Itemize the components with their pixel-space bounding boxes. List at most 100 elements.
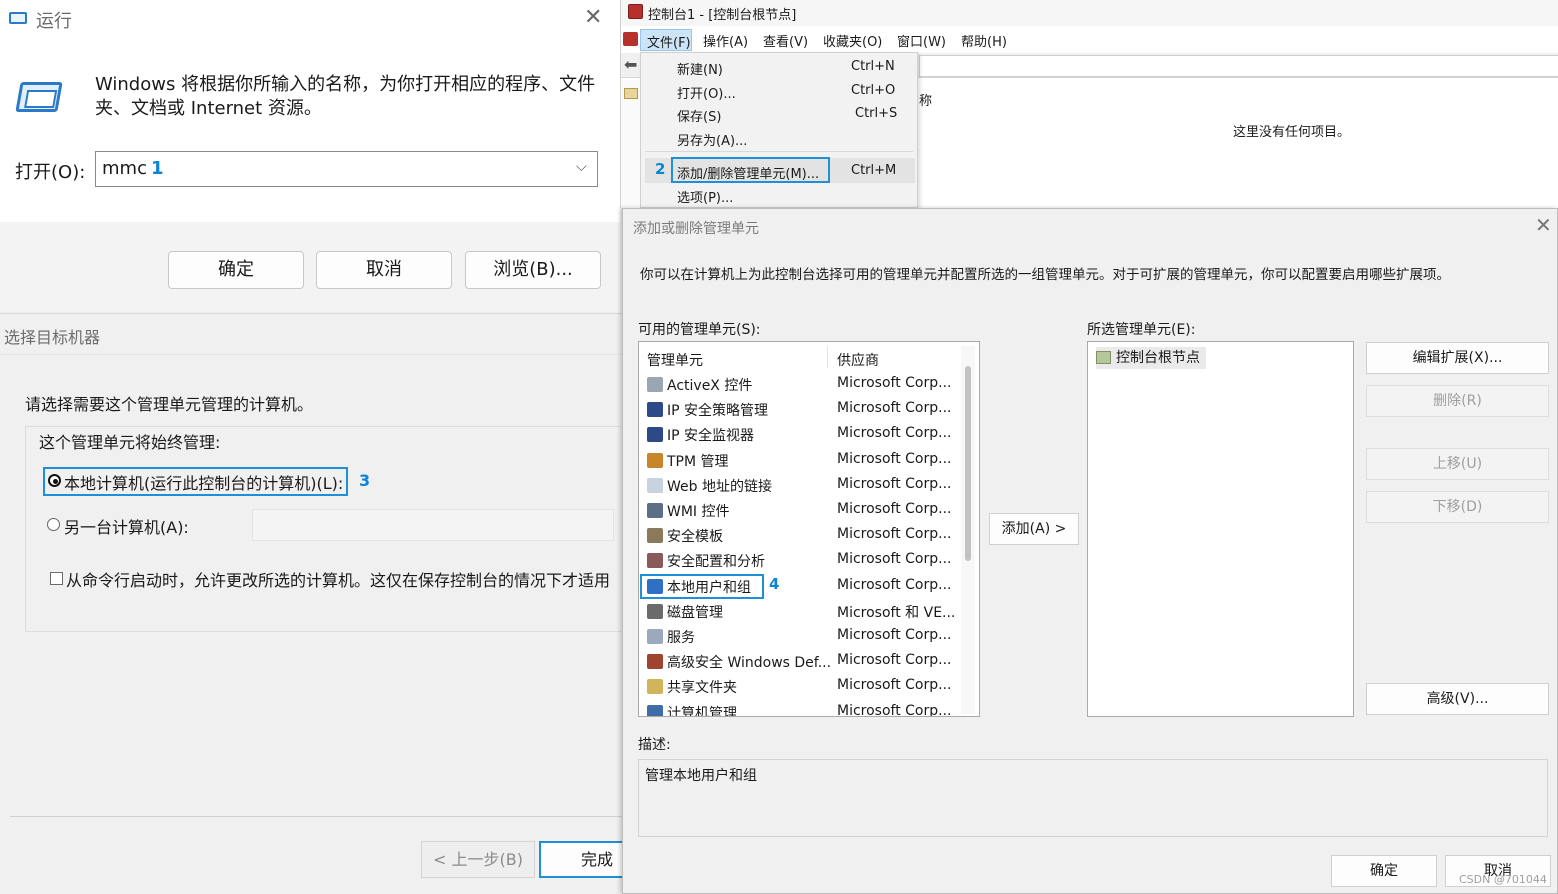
menu-item-open[interactable]: 打开(O)...: [677, 83, 736, 102]
edit-extensions-button[interactable]: 编辑扩展(X)...: [1366, 342, 1549, 374]
firewall-icon: [647, 654, 663, 670]
menu-item-add-remove-snapin[interactable]: 添加/删除管理单元(M)...: [677, 163, 819, 182]
column-name[interactable]: 称: [919, 90, 932, 109]
list-item[interactable]: ActiveX 控件 Microsoft Corp...: [639, 372, 959, 397]
delete-button[interactable]: 删除(R): [1366, 385, 1549, 417]
folder-icon[interactable]: [624, 88, 638, 99]
run-titlebar: [0, 0, 620, 40]
cancel-button[interactable]: 取消: [316, 251, 452, 289]
snapin-name: IP 安全策略管理: [667, 403, 769, 420]
snapin-vendor: Microsoft Corp...: [837, 475, 952, 492]
column-header-vendor[interactable]: 供应商: [837, 350, 879, 370]
ok-button[interactable]: 确定: [168, 251, 304, 289]
list-item[interactable]: Web 地址的链接 Microsoft Corp...: [639, 473, 959, 498]
ok-button[interactable]: 确定: [1331, 855, 1437, 887]
snapin-name: 计算机管理: [667, 705, 737, 717]
back-button[interactable]: < 上一步(B): [421, 841, 535, 878]
selected-snapins-list[interactable]: 控制台根节点: [1087, 341, 1354, 717]
shortcut: Ctrl+N: [851, 59, 895, 74]
services-icon: [647, 629, 663, 644]
run-description: Windows 将根据你所输入的名称，为你打开相应的程序、文件夹、文档或 Int…: [95, 74, 596, 119]
list-item[interactable]: IP 安全策略管理 Microsoft Corp...: [639, 397, 959, 422]
watermark: CSDN @701044: [1459, 873, 1547, 886]
selected-item-label[interactable]: 控制台根节点: [1116, 347, 1200, 367]
advanced-button[interactable]: 高级(V)...: [1366, 683, 1549, 715]
snapin-vendor: Microsoft Corp...: [837, 501, 952, 517]
chevron-down-icon[interactable]: ⌵: [576, 159, 587, 175]
menu-item-save[interactable]: 保存(S): [677, 106, 721, 125]
add-button[interactable]: 添加(A) >: [989, 513, 1079, 545]
radio-local-computer[interactable]: [48, 474, 61, 487]
menu-help[interactable]: 帮助(H): [961, 31, 1007, 50]
menu-item-save-as[interactable]: 另存为(A)...: [677, 130, 747, 149]
snapin-name: 服务: [667, 630, 695, 646]
open-combobox[interactable]: mmc 1 ⌵: [95, 151, 598, 187]
snapin-vendor: Microsoft Corp...: [837, 425, 952, 442]
menu-view[interactable]: 查看(V): [763, 31, 808, 50]
highlight-box-4: [640, 574, 764, 599]
list-item[interactable]: 磁盘管理 Microsoft 和 VE...: [639, 599, 959, 624]
list-item[interactable]: WMI 控件 Microsoft Corp...: [639, 498, 959, 523]
disk-management-icon: [647, 603, 663, 619]
run-title: 运行: [36, 11, 72, 32]
menu-item-options[interactable]: 选项(P)...: [677, 187, 733, 206]
open-input-value[interactable]: mmc: [102, 158, 147, 179]
web-link-icon: [647, 477, 663, 493]
other-computer-input[interactable]: [252, 509, 614, 541]
list-item[interactable]: IP 安全监视器 Microsoft Corp...: [639, 422, 959, 447]
security-config-icon: [647, 553, 663, 569]
menu-file[interactable]: 文件(F): [640, 29, 692, 51]
available-snapins-list[interactable]: 管理单元 供应商 ActiveX 控件 Microsoft Corp... IP 安…: [638, 341, 980, 717]
list-item[interactable]: TPM 管理 Microsoft Corp...: [639, 448, 959, 473]
run-body: [0, 40, 620, 222]
list-item[interactable]: 高级安全 Windows Def... Microsoft Corp...: [639, 649, 959, 674]
snapin-name: Web 地址的链接: [667, 478, 772, 495]
list-item[interactable]: 共享文件夹 Microsoft Corp...: [639, 674, 959, 699]
finish-button[interactable]: 完成: [539, 841, 629, 878]
tpm-icon: [647, 452, 663, 468]
target-prompt: 请选择需要这个管理单元管理的计算机。: [25, 395, 314, 414]
move-up-button[interactable]: 上移(U): [1366, 448, 1549, 480]
snapin-vendor: Microsoft Corp...: [837, 400, 952, 417]
radio-other-computer[interactable]: [47, 518, 60, 531]
list-item[interactable]: 安全模板 Microsoft Corp...: [639, 523, 959, 548]
close-icon[interactable]: ✕: [1535, 213, 1552, 237]
snapin-vendor: Microsoft Corp...: [837, 526, 952, 543]
divider: [10, 816, 622, 817]
radio-other-label[interactable]: 另一台计算机(A):: [64, 514, 189, 538]
open-label: 打开(O):: [15, 162, 86, 183]
menu-separator: [645, 151, 913, 152]
list-item[interactable]: 服务 Microsoft Corp...: [639, 624, 959, 649]
snapin-name: 安全模板: [667, 529, 723, 546]
select-target-dialog: 选择目标机器 请选择需要这个管理单元管理的计算机。 这个管理单元将始终管理: 本…: [0, 313, 645, 894]
allow-change-checkbox[interactable]: [50, 572, 63, 585]
list-item[interactable]: 安全配置和分析 Microsoft Corp...: [639, 548, 959, 573]
shortcut: Ctrl+S: [855, 106, 898, 121]
allow-change-label[interactable]: 从命令行启动时，允许更改所选的计算机。这仅在保存控制台的情况下才适用: [66, 567, 622, 591]
close-icon[interactable]: ✕: [584, 5, 602, 30]
column-header-snapin[interactable]: 管理单元: [647, 350, 703, 370]
browse-button[interactable]: 浏览(B)...: [465, 251, 601, 289]
description-label: 描述:: [638, 737, 671, 753]
add-remove-snapin-dialog: 添加或删除管理单元 ✕ 你可以在计算机上为此控制台选择可用的管理单元并配置所选的…: [622, 208, 1558, 894]
description-text: 管理本地用户和组: [645, 768, 757, 784]
mmc-menu-icon[interactable]: [623, 32, 638, 46]
snapin-description: 你可以在计算机上为此控制台选择可用的管理单元并配置所选的一组管理单元。对于可扩展…: [640, 267, 1450, 283]
shortcut: Ctrl+M: [851, 163, 897, 178]
radio-local-label[interactable]: 本地计算机(运行此控制台的计算机)(L):: [64, 470, 343, 494]
menu-favorites[interactable]: 收藏夹(O): [823, 31, 882, 50]
scrollbar-thumb[interactable]: [965, 366, 971, 561]
menu-window[interactable]: 窗口(W): [897, 31, 946, 50]
selected-label: 所选管理单元(E):: [1087, 322, 1196, 338]
move-down-button[interactable]: 下移(D): [1366, 491, 1549, 523]
list-item[interactable]: 计算机管理 Microsoft Corp...: [639, 700, 959, 717]
tree-pane: [621, 80, 639, 208]
back-arrow-icon[interactable]: ⬅: [624, 55, 637, 74]
snapin-vendor: Microsoft Corp...: [837, 702, 952, 717]
snapin-vendor: Microsoft Corp...: [837, 677, 952, 694]
menu-action[interactable]: 操作(A): [703, 31, 748, 50]
menu-item-new[interactable]: 新建(N): [677, 59, 723, 78]
activex-icon: [647, 377, 663, 392]
snapin-name: 安全配置和分析: [667, 554, 765, 571]
column-divider[interactable]: [827, 346, 828, 368]
